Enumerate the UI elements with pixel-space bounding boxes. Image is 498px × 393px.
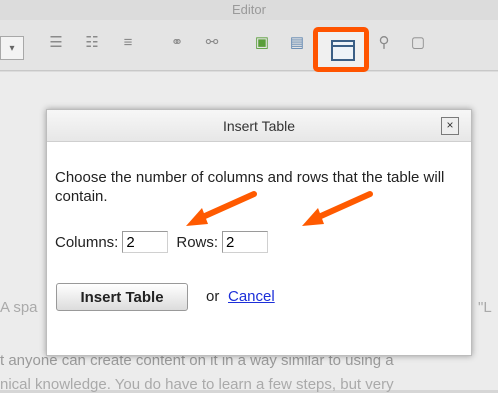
dialog-titlebar: Insert Table ×: [47, 110, 471, 142]
background-text-line3: nical knowledge. You do have to learn a …: [0, 376, 394, 393]
anchor-icon[interactable]: ⚲: [372, 31, 396, 53]
arrow-to-rows-icon: [302, 191, 373, 226]
media-icon[interactable]: ▤: [285, 31, 309, 53]
dialog-instructions: Choose the number of columns and rows th…: [55, 169, 445, 205]
insert-table-toolbar-button[interactable]: [313, 27, 369, 72]
window-title: Editor: [232, 2, 266, 17]
insert-table-button[interactable]: Insert Table: [56, 283, 188, 311]
table-icon: [331, 40, 355, 61]
background-text-line1-left: A spa: [0, 299, 38, 316]
cancel-link[interactable]: Cancel: [228, 288, 275, 305]
ordered-list-icon[interactable]: ☰: [44, 31, 68, 53]
special-char-icon[interactable]: ▢: [406, 31, 430, 53]
format-dropdown[interactable]: ▾: [0, 36, 24, 60]
editor-toolbar: ▾ ☰ ☷ ≡ ⚭ ⚯ ▣ ▤ ⚲ ▢: [0, 20, 498, 71]
close-icon[interactable]: ×: [441, 117, 459, 135]
columns-input[interactable]: [122, 231, 169, 253]
unlink-icon[interactable]: ⚯: [200, 31, 224, 53]
unordered-list-icon[interactable]: ☷: [80, 31, 104, 53]
arrow-to-columns-icon: [186, 191, 257, 226]
link-icon[interactable]: ⚭: [165, 31, 189, 53]
dialog-title: Insert Table: [222, 118, 296, 134]
or-text: or: [206, 288, 220, 305]
image-icon[interactable]: ▣: [250, 31, 274, 53]
columns-label: Columns:: [55, 233, 119, 251]
horizontal-rule-icon[interactable]: ≡: [116, 31, 140, 53]
background-text-line1-right: "L: [478, 299, 492, 316]
rows-label: Rows:: [176, 233, 219, 251]
